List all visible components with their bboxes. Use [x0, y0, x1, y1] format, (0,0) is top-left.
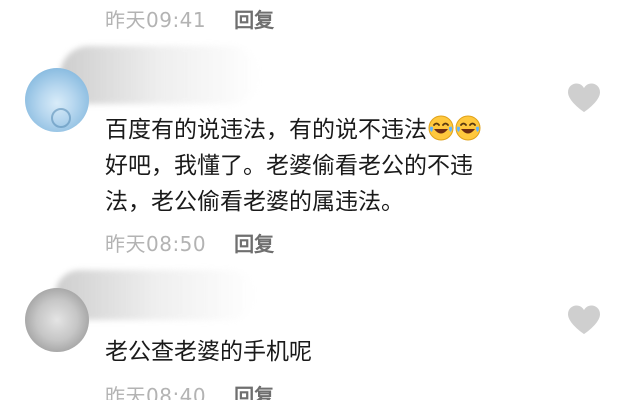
- avatar-detail: [51, 108, 71, 128]
- comment-body: 老公查老婆的手机呢: [105, 334, 555, 370]
- comment-time: 昨天08:40: [105, 384, 207, 400]
- comment-thread: 昨天09:41 回复 百度有的说违法，有的说不违法 好吧，我懂了。老婆偷看老公的…: [0, 0, 640, 400]
- comment-text-line: 法，老公偷看老婆的属违法。: [105, 189, 404, 215]
- comment-meta: 昨天08:40 回复: [105, 384, 274, 400]
- username-blurred: [60, 46, 260, 104]
- avatar[interactable]: [25, 68, 89, 132]
- laugh-cry-emoji: [455, 115, 481, 141]
- reply-button[interactable]: 回复: [234, 8, 274, 32]
- previous-comment-meta: 昨天09:41 回复: [105, 8, 274, 32]
- avatar[interactable]: [25, 288, 89, 352]
- comment-text-line: 好吧，我懂了。老婆偷看老公的不违: [105, 153, 473, 179]
- comment-text-line: 老公查老婆的手机呢: [105, 339, 312, 365]
- comment-meta: 昨天08:50 回复: [105, 232, 274, 256]
- comment-body: 百度有的说违法，有的说不违法 好吧，我懂了。老婆偷看老公的不违 法，老公偷看老婆…: [105, 112, 555, 220]
- comment-line: 百度有的说违法，有的说不违法: [105, 112, 555, 148]
- comment-time: 昨天09:41: [105, 8, 207, 32]
- heart-icon[interactable]: [566, 304, 602, 336]
- reply-button[interactable]: 回复: [234, 232, 274, 256]
- laugh-cry-emoji: [428, 115, 454, 141]
- heart-icon[interactable]: [566, 82, 602, 114]
- reply-button[interactable]: 回复: [234, 384, 274, 400]
- comment-time: 昨天08:50: [105, 232, 207, 256]
- comment-text-line: 百度有的说违法，有的说不违法: [105, 117, 427, 143]
